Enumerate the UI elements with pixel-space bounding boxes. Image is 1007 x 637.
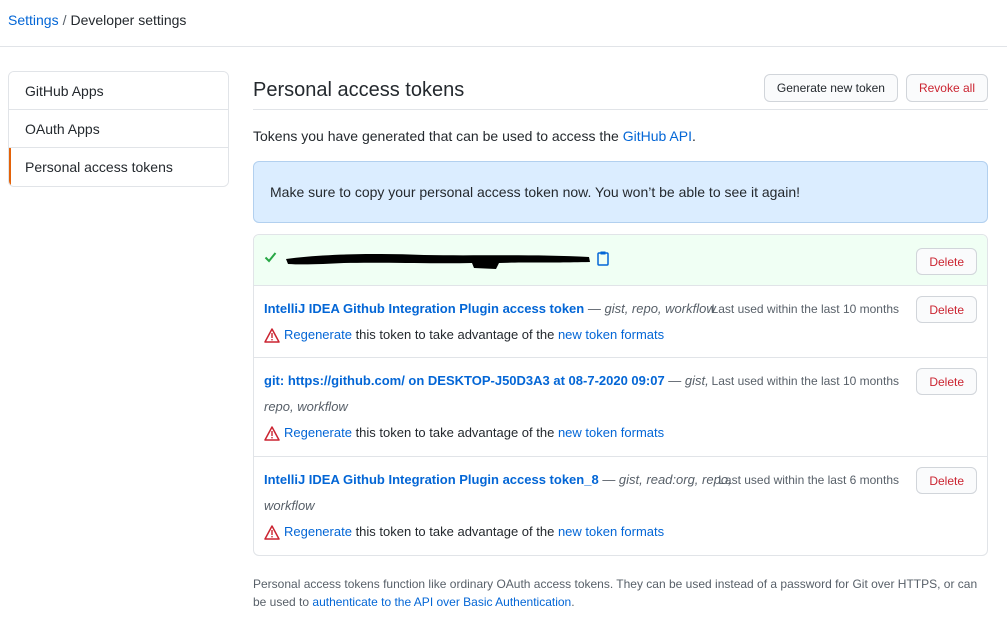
copy-token-notice: Make sure to copy your personal access t… xyxy=(253,161,988,223)
settings-sidebar: GitHub Apps OAuth Apps Personal access t… xyxy=(8,71,229,187)
token-scopes: — gist, read:org, repo, xyxy=(598,472,732,487)
delete-new-token-button[interactable]: Delete xyxy=(916,248,977,275)
alert-icon xyxy=(264,524,280,540)
main-content: Personal access tokens Generate new toke… xyxy=(253,71,988,556)
page-description: Tokens you have generated that can be us… xyxy=(253,128,988,144)
warning-text: this token to take advantage of the xyxy=(351,425,558,440)
description-text: Tokens you have generated that can be us… xyxy=(253,128,623,144)
token-format-warning: Regenerate this token to take advantage … xyxy=(264,420,977,446)
sidebar-item-github-apps[interactable]: GitHub Apps xyxy=(9,72,228,110)
footer-note: Personal access tokens function like ord… xyxy=(253,575,988,611)
token-name-link[interactable]: IntelliJ IDEA Github Integration Plugin … xyxy=(264,472,599,487)
token-list: Delete IntelliJ IDEA Github Integration … xyxy=(253,234,988,556)
sidebar-item-personal-access-tokens[interactable]: Personal access tokens xyxy=(9,148,228,186)
token-scopes: — gist, xyxy=(664,373,709,388)
token-row: IntelliJ IDEA Github Integration Plugin … xyxy=(254,457,987,555)
token-last-used: Last used within the last 10 months xyxy=(711,302,899,316)
token-scopes: — gist, repo, workflow xyxy=(584,301,716,316)
sidebar-item-oauth-apps[interactable]: OAuth Apps xyxy=(9,110,228,148)
token-last-used: Last used within the last 10 months xyxy=(711,374,899,388)
breadcrumb: Settings / Developer settings xyxy=(8,12,186,28)
regenerate-link[interactable]: Regenerate xyxy=(284,327,352,342)
header-divider xyxy=(0,46,1007,47)
header-actions: Generate new token Revoke all xyxy=(763,74,988,102)
page-title: Personal access tokens xyxy=(253,78,465,101)
breadcrumb-settings-link[interactable]: Settings xyxy=(8,12,59,28)
page-header: Personal access tokens Generate new toke… xyxy=(253,71,988,110)
warning-text: this token to take advantage of the xyxy=(351,524,558,539)
new-token-formats-link[interactable]: new token formats xyxy=(558,327,664,342)
generate-new-token-button[interactable]: Generate new token xyxy=(763,74,898,102)
token-row: IntelliJ IDEA Github Integration Plugin … xyxy=(254,286,987,358)
copy-token-notice-text: Make sure to copy your personal access t… xyxy=(270,184,800,200)
new-token-formats-link[interactable]: new token formats xyxy=(558,524,664,539)
description-end: . xyxy=(691,128,696,144)
regenerate-link[interactable]: Regenerate xyxy=(284,425,352,440)
token-row: git: https://github.com/ on DESKTOP-J50D… xyxy=(254,358,987,457)
footer-end: . xyxy=(571,595,575,609)
alert-icon xyxy=(264,425,280,441)
breadcrumb-separator: / xyxy=(62,12,67,28)
redacted-token-value xyxy=(286,254,590,269)
regenerate-link[interactable]: Regenerate xyxy=(284,524,352,539)
clipboard-icon[interactable] xyxy=(597,251,609,269)
check-icon xyxy=(264,250,277,266)
delete-token-button[interactable]: Delete xyxy=(916,467,977,494)
alert-icon xyxy=(264,327,280,343)
delete-token-button[interactable]: Delete xyxy=(916,296,977,323)
token-scopes-continued: workflow xyxy=(264,498,315,513)
token-scopes-continued: repo, workflow xyxy=(264,399,348,414)
breadcrumb-current: Developer settings xyxy=(70,12,187,28)
delete-token-button[interactable]: Delete xyxy=(916,368,977,395)
token-format-warning: Regenerate this token to take advantage … xyxy=(264,519,977,545)
new-token-row: Delete xyxy=(254,235,987,286)
revoke-all-button[interactable]: Revoke all xyxy=(905,74,988,102)
basic-auth-link[interactable]: authenticate to the API over Basic Authe… xyxy=(312,595,571,609)
new-token-formats-link[interactable]: new token formats xyxy=(558,425,664,440)
token-last-used: Last used within the last 6 months xyxy=(718,473,899,487)
github-api-link[interactable]: GitHub API xyxy=(623,128,692,144)
warning-text: this token to take advantage of the xyxy=(351,327,558,342)
token-name-link[interactable]: IntelliJ IDEA Github Integration Plugin … xyxy=(264,301,584,316)
token-name-link[interactable]: git: https://github.com/ on DESKTOP-J50D… xyxy=(264,373,665,388)
token-format-warning: Regenerate this token to take advantage … xyxy=(264,322,977,348)
